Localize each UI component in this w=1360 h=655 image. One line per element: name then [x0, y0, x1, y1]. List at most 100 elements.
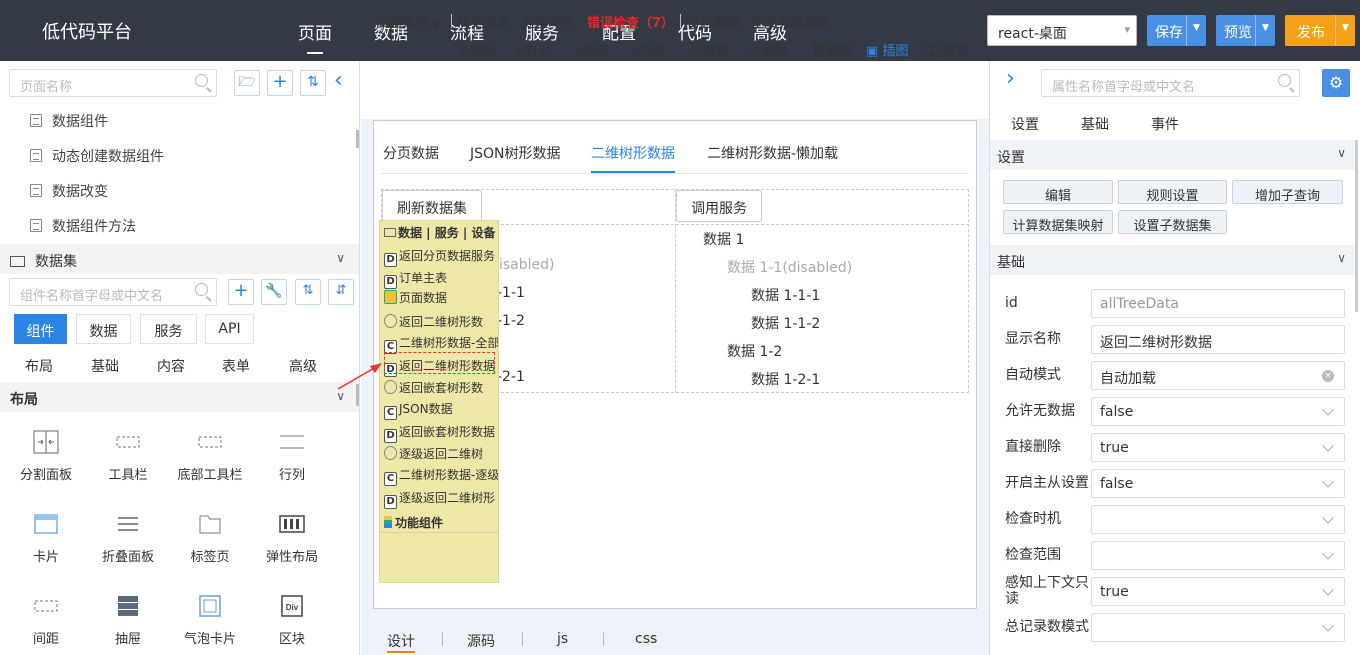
popup-item[interactable]: 页面数据 [384, 289, 498, 306]
environment-select[interactable]: react-桌面 ▾ [987, 15, 1137, 46]
publish-button[interactable]: 发布 ▼ [1285, 15, 1355, 46]
add-page-button[interactable]: + [267, 70, 293, 96]
tree-item[interactable]: 数据改变 [30, 181, 108, 201]
preview-toggle-button[interactable]: ▶ 预览 [926, 40, 969, 60]
context-readonly-select[interactable]: true [1091, 577, 1345, 606]
tab-data[interactable]: 数据 [76, 314, 131, 344]
tree-node[interactable]: isabled) [499, 257, 555, 273]
tab-paged-data[interactable]: 分页数据 [383, 143, 439, 163]
category-content[interactable]: 内容 [157, 356, 185, 376]
category-layout[interactable]: 布局 [25, 356, 53, 376]
check-timing-select[interactable] [1091, 505, 1345, 534]
scrollbar[interactable] [356, 130, 359, 148]
rule-settings-button[interactable]: 规则设置 [1118, 180, 1227, 204]
tree-node[interactable]: 数据 1 [703, 229, 744, 249]
tree-node[interactable]: -2-1 [497, 369, 525, 385]
tab-services[interactable]: 服务 [140, 314, 197, 344]
component-search-input[interactable]: 组件名称首字母或中文名 [9, 278, 217, 306]
tab-settings[interactable]: 设置 [1011, 114, 1039, 134]
popup-item[interactable]: D 返回分页数据服务 [384, 247, 498, 267]
tab-js[interactable]: js [557, 631, 568, 647]
save-dropdown-icon[interactable]: ▼ [1186, 15, 1206, 46]
popup-item[interactable]: 返回二维树形数 [384, 313, 498, 330]
preview-button[interactable]: 预览 ▼ [1216, 15, 1275, 46]
tab-2d-tree-lazy[interactable]: 二维树形数据-懒加载 [707, 143, 838, 163]
tab-events[interactable]: 事件 [1151, 114, 1179, 134]
component-popover-card[interactable]: 气泡卡片 [170, 594, 250, 647]
refresh-dataset-button[interactable]: 刷新数据集 [382, 190, 482, 222]
popup-item[interactable]: C JSON数据 [384, 400, 498, 420]
page-structure-menu[interactable]: 页面结构 ▼ [376, 12, 439, 31]
tab-api[interactable]: API [205, 314, 254, 344]
set-sub-dataset-button[interactable]: 设置子数据集 [1118, 210, 1227, 234]
swap-icon[interactable]: ⇵ [328, 279, 354, 305]
handle-conflict-button[interactable]: 处理冲突 [522, 12, 574, 31]
add-subquery-button[interactable]: 增加子查询 [1232, 180, 1343, 204]
tree-node[interactable]: 数据 1-1-2 [751, 313, 820, 333]
component-drawer[interactable]: 抽屉 [88, 594, 168, 647]
category-basic[interactable]: 基础 [91, 356, 119, 376]
total-count-mode-select[interactable] [1091, 613, 1345, 642]
direct-delete-select[interactable]: true [1091, 433, 1345, 462]
tab-css[interactable]: css [635, 631, 657, 647]
master-detail-select[interactable]: false [1091, 469, 1345, 498]
log-trace-button[interactable]: 日志跟踪 [687, 12, 739, 31]
auto-mode-select[interactable]: 自动加载 × [1091, 361, 1345, 390]
tree-node[interactable]: -1-2 [497, 313, 525, 329]
check-scope-select[interactable] [1091, 541, 1345, 570]
popup-item[interactable]: D 逐级返回二维树形 [384, 489, 498, 509]
add-button[interactable]: + [228, 279, 254, 305]
component-flex-layout[interactable]: 弹性布局 [252, 512, 332, 565]
component-toolbar[interactable]: 工具栏 [88, 430, 168, 483]
edit-button[interactable]: 编辑 [1003, 180, 1113, 204]
compute-dataset-mapping-button[interactable]: 计算数据集映射 [1003, 210, 1113, 234]
move-up-button[interactable]: ⌂向上 [516, 40, 550, 59]
popup-item[interactable]: C 二维树形数据-全部 [384, 334, 498, 354]
category-form[interactable]: 表单 [222, 356, 250, 376]
popup-footer[interactable]: 功能组件 [384, 514, 498, 531]
call-service-button[interactable]: 调用服务 [676, 190, 762, 222]
popup-item[interactable]: C 二维树形数据-逐级 [384, 466, 498, 486]
tree-node[interactable]: 数据 1-2 [727, 341, 782, 361]
publish-dropdown-icon[interactable]: ▼ [1335, 15, 1355, 46]
tab-2d-tree-data[interactable]: 二维树形数据 [591, 143, 675, 163]
tab-source[interactable]: 源码 [467, 631, 495, 651]
save-button[interactable]: 保存 ▼ [1147, 15, 1206, 46]
tab-basic[interactable]: 基础 [1081, 114, 1109, 134]
category-advanced[interactable]: 高级 [289, 356, 317, 376]
gear-icon[interactable]: ⚙ [1322, 69, 1350, 97]
id-field[interactable]: allTreeData [1091, 289, 1345, 318]
popup-item[interactable]: 逐级返回二维树 [384, 445, 498, 462]
wrench-icon[interactable]: 🔧 [261, 279, 287, 305]
collapse-left-icon[interactable]: ‹ [334, 68, 343, 93]
expand-right-icon[interactable]: › [1006, 66, 1015, 91]
scrollbar[interactable] [1355, 140, 1358, 312]
history-version-button[interactable]: 历史版本 [458, 12, 510, 31]
page-search-input[interactable]: 页面名称 [9, 69, 217, 97]
popup-item[interactable]: D 订单主表 [384, 269, 498, 289]
tab-components[interactable]: 组件 [14, 314, 67, 344]
move-forward-button[interactable]: ⌂向前 [575, 40, 609, 59]
tree-node[interactable]: 数据 1-1(disabled) [727, 257, 852, 277]
tree-node[interactable]: 数据 1-1-1 [751, 285, 820, 305]
move-backward-button[interactable]: ⌂向后 [632, 40, 666, 59]
layout-section-header[interactable]: 布局 ∨ [0, 382, 359, 412]
display-name-field[interactable]: 返回二维树形数据 [1091, 325, 1345, 354]
tree-node[interactable]: 数据 1-2-1 [751, 369, 820, 389]
tab-json-tree-data[interactable]: JSON树形数据 [470, 143, 561, 163]
allow-empty-select[interactable]: false [1091, 397, 1345, 426]
preview-dropdown-icon[interactable]: ▼ [1255, 15, 1275, 46]
add-folder-button[interactable]: 🗁 [234, 70, 260, 96]
dataset-section-header[interactable]: 数据集 ∨ [0, 244, 359, 274]
undo-button[interactable]: ⟳撤销 [691, 40, 728, 59]
component-tab-page[interactable]: 标签页 [170, 512, 250, 565]
property-search-input[interactable]: 属性名称首字母或中文名 [1041, 69, 1300, 97]
list-sort-icon[interactable]: ⇅ [295, 279, 321, 305]
component-collapse-panel[interactable]: 折叠面板 [88, 512, 168, 565]
component-bottom-toolbar[interactable]: 底部工具栏 [170, 430, 250, 483]
popup-item[interactable]: 返回嵌套树形数 [384, 379, 498, 396]
component-card[interactable]: 卡片 [6, 512, 86, 565]
redo-button[interactable]: ⟲重做 [750, 40, 787, 59]
tree-item[interactable]: 动态创建数据组件 [30, 146, 164, 166]
settings-section-header[interactable]: 设置 ∨ [990, 140, 1356, 170]
